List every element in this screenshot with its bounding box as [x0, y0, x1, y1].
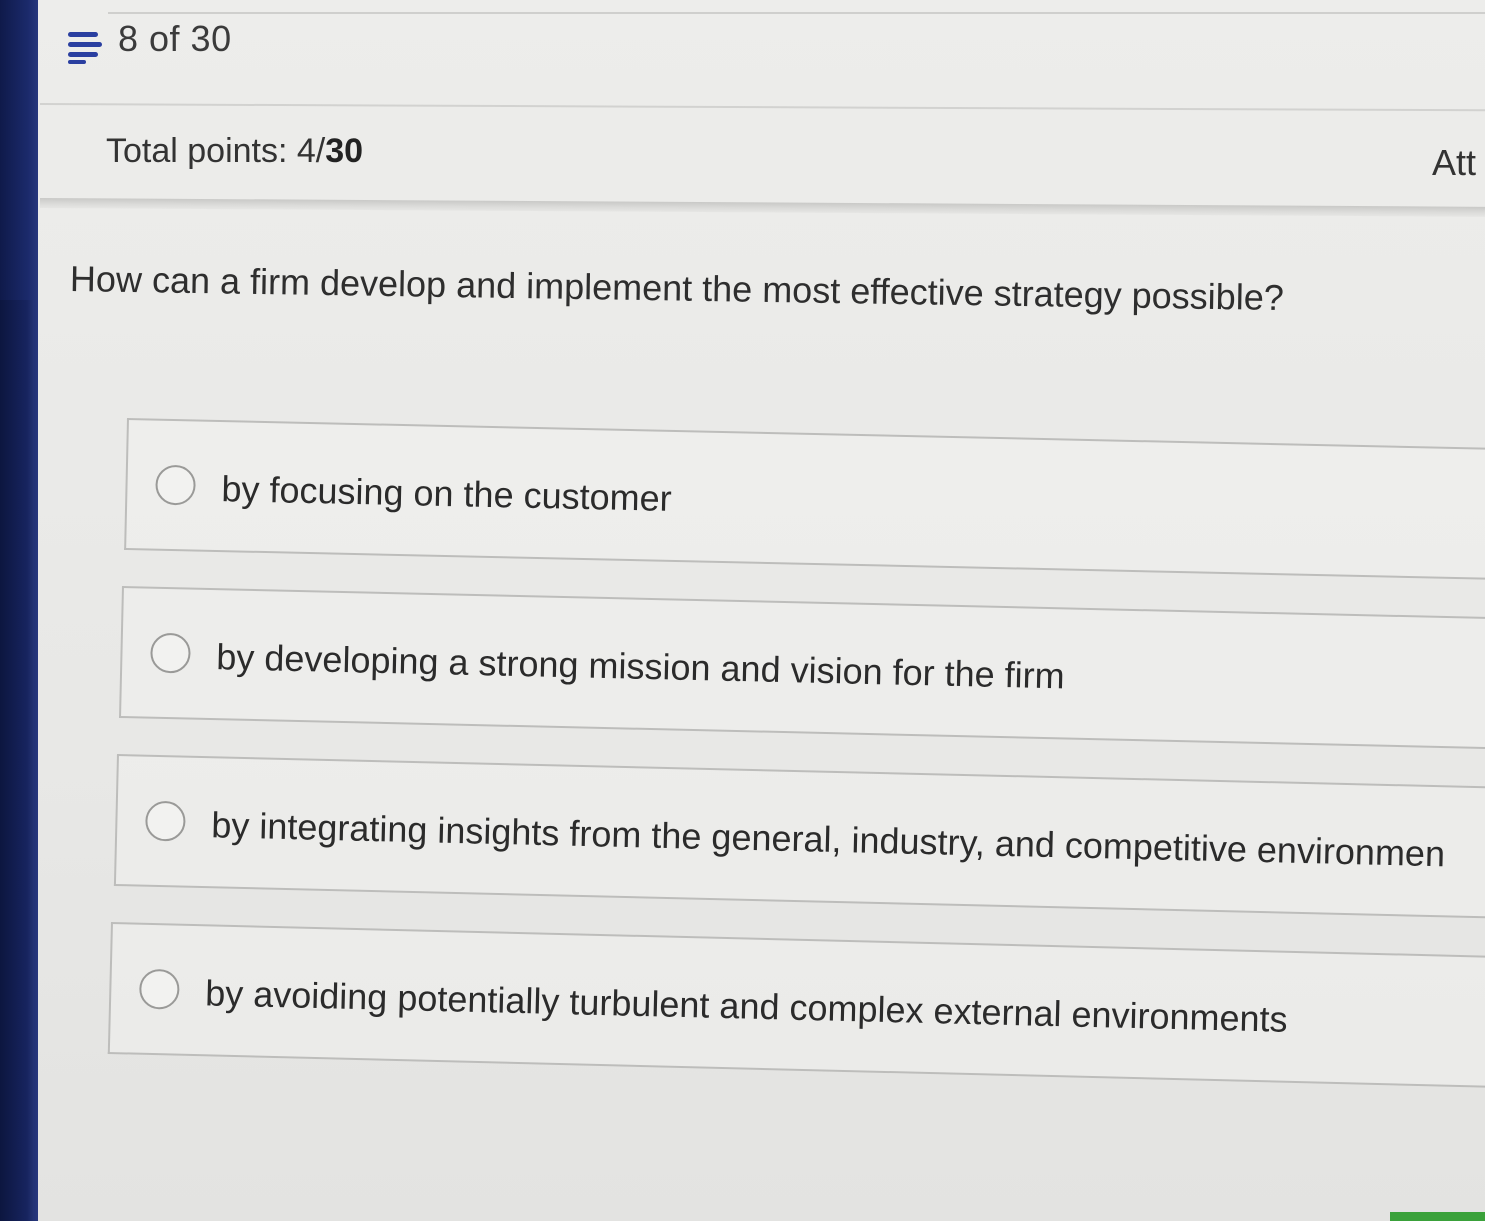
total-points-label: Total points: 4/ [106, 132, 326, 170]
submit-button-edge[interactable] [1390, 1212, 1485, 1221]
radio-button[interactable] [138, 968, 180, 1010]
radio-button[interactable] [155, 464, 196, 506]
photo-frame: 8 of 30 Total points: 4/30 Att How can a… [0, 0, 1485, 1221]
total-points-max: 30 [325, 132, 364, 170]
answer-option-label: by developing a strong mission and visio… [215, 636, 1066, 697]
attempt-label: Att [1432, 142, 1477, 183]
total-points: Total points: 4/30 [106, 132, 363, 171]
radio-button[interactable] [144, 800, 186, 842]
question-progress: 8 of 30 [118, 18, 232, 59]
answer-option-label: by integrating insights from the general… [210, 804, 1446, 875]
answer-option-label: by avoiding potentially turbulent and co… [204, 972, 1289, 1040]
top-divider [108, 12, 1485, 14]
points-bar: Total points: 4/30 Att [40, 108, 1485, 200]
radio-button[interactable] [150, 632, 191, 674]
monitor-bezel-lower [0, 300, 34, 1221]
list-menu-icon[interactable] [66, 28, 102, 64]
answer-option-label: by focusing on the customer [221, 468, 673, 519]
